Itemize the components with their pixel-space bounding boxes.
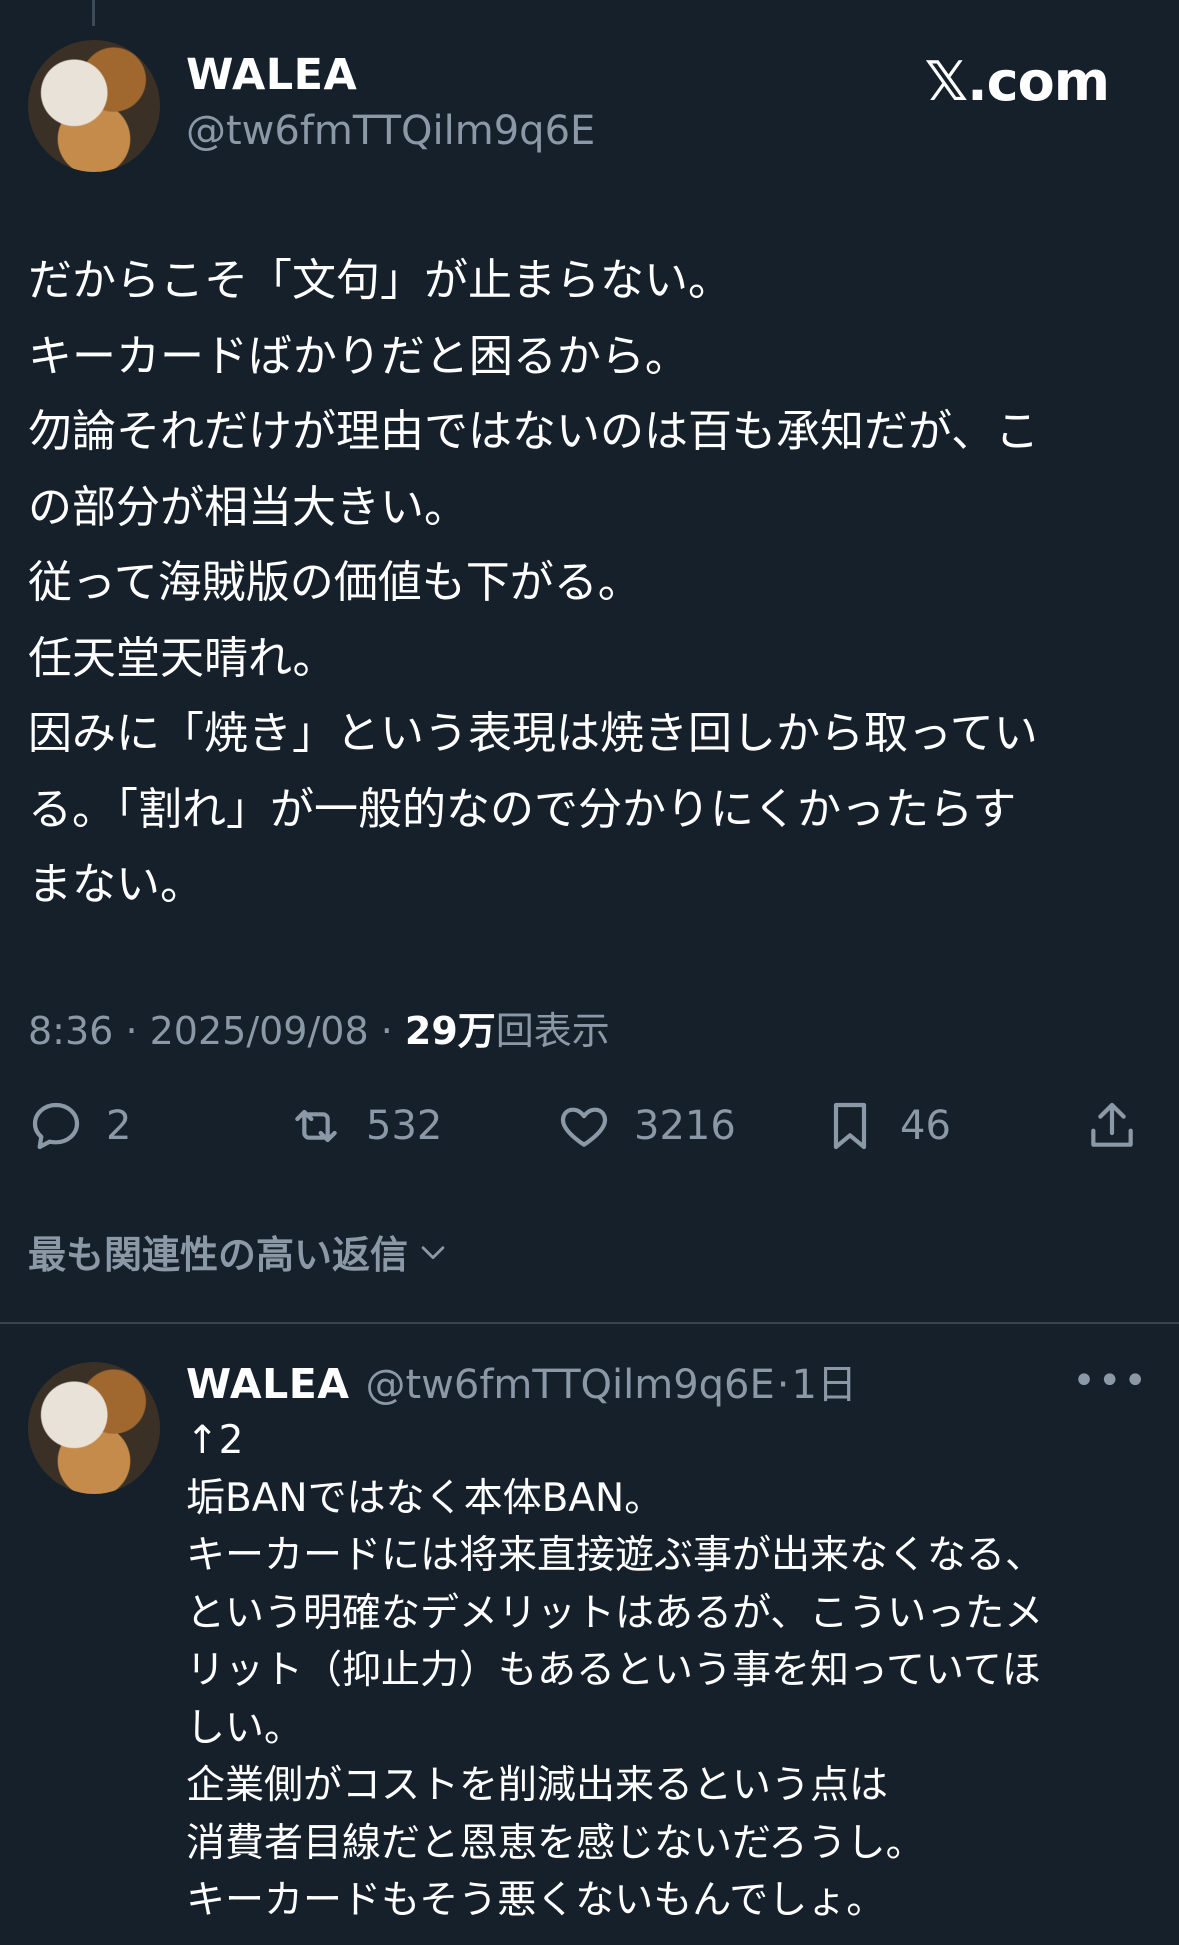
thread-connector (92, 0, 95, 26)
tweet-text: だからこそ「文句」が止まらない。 キーカードばかりだと困るから。 勿論それだけが… (28, 243, 1158, 923)
like-button[interactable]: 3216 (556, 1098, 736, 1154)
tweet-date[interactable]: 2025/09/08 (150, 1009, 369, 1053)
views-count: 29万 (404, 1009, 496, 1053)
reply-header: WALEA @tw6fmTTQilm9q6E · 1日 (186, 1352, 857, 1410)
share-icon (1091, 1102, 1133, 1147)
more-icon[interactable]: ••• (1072, 1358, 1149, 1404)
repost-icon (295, 1109, 337, 1143)
separator: · (776, 1362, 790, 1408)
tweet-line: 任天堂天晴れ。 (28, 632, 337, 684)
action-bar: 2 532 3216 46 (0, 1098, 1179, 1158)
chevron-down-icon (421, 1245, 445, 1259)
tweet-line: 勿論それだけが理由ではないのは百も承知だが、こ (28, 406, 1040, 457)
avatar[interactable] (28, 40, 160, 172)
reply-line: 垢BANではなく本体BAN。 (186, 1475, 664, 1521)
reply-line: 企業側がコストを削減出来るという点は (186, 1763, 889, 1808)
reply-button[interactable]: 2 (28, 1098, 131, 1154)
reply-sort-dropdown[interactable]: 最も関連性の高い返信 (28, 1224, 450, 1279)
reply-line: キーカードもそう悪くないもんでしょ。 (186, 1878, 886, 1923)
tweet-line: キーカードばかりだと困るから。 (28, 330, 689, 382)
like-count: 3216 (634, 1103, 736, 1149)
tweet-line: の部分が相当大きい。 (28, 481, 468, 533)
repost-count: 532 (366, 1103, 443, 1149)
reply-icon (32, 1102, 80, 1150)
repost-button[interactable]: 532 (288, 1098, 442, 1154)
reply-line: ↑2 (186, 1418, 244, 1463)
separator: · (380, 1009, 405, 1053)
tweet-line: 従って海賊版の価値も下がる。 (28, 557, 642, 608)
divider (0, 1322, 1179, 1324)
bookmark-count: 46 (900, 1103, 951, 1149)
author-name[interactable]: WALEA (186, 50, 357, 100)
reply-line: 消費者目線だと恩恵を感じないだろうし。 (186, 1820, 925, 1866)
tweet-line: だからこそ「文句」が止まらない。 (28, 255, 732, 306)
reply-line: という明確なデメリットはあるが、こういったメ (186, 1590, 1044, 1636)
reply-age[interactable]: 1日 (792, 1352, 857, 1410)
separator: · (125, 1009, 150, 1053)
bookmark-button[interactable]: 46 (822, 1098, 951, 1154)
author-handle[interactable]: @tw6fmTTQilm9q6E (186, 108, 595, 154)
tweet-line: まない。 (28, 859, 204, 910)
reply-text: ↑2 垢BANではなく本体BAN。 キーカードには将来直接遊ぶ事が出来なくなる、… (186, 1412, 1146, 1930)
reply-line: しい。 (186, 1705, 304, 1751)
reply-author-handle[interactable]: @tw6fmTTQilm9q6E (365, 1362, 774, 1408)
reply-line: リット（抑止力）もあるという事を知っていてほ (186, 1648, 1041, 1693)
tweet-line: る。「割れ」が一般的なので分かりにくかったらす (28, 783, 1017, 835)
reply-count: 2 (106, 1103, 132, 1149)
tweet-line: 因みに「焼き」という表現は焼き回しから取ってい (28, 708, 1038, 759)
reply-line: キーカードには将来直接遊ぶ事が出来なくなる、 (186, 1533, 1045, 1578)
reply-avatar[interactable] (28, 1362, 160, 1494)
reply-author-name[interactable]: WALEA (186, 1360, 349, 1408)
like-icon (560, 1107, 608, 1147)
share-button[interactable] (1084, 1098, 1140, 1154)
views-label: 回表示 (495, 1009, 610, 1053)
x-logo: 𝕏.com (924, 50, 1110, 113)
sort-label: 最も関連性の高い返信 (28, 1233, 409, 1277)
tweet-time[interactable]: 8:36 (28, 1009, 113, 1053)
bookmark-icon (833, 1102, 867, 1150)
tweet-meta: 8:36 · 2025/09/08 · 29万回表示 (28, 1000, 610, 1055)
